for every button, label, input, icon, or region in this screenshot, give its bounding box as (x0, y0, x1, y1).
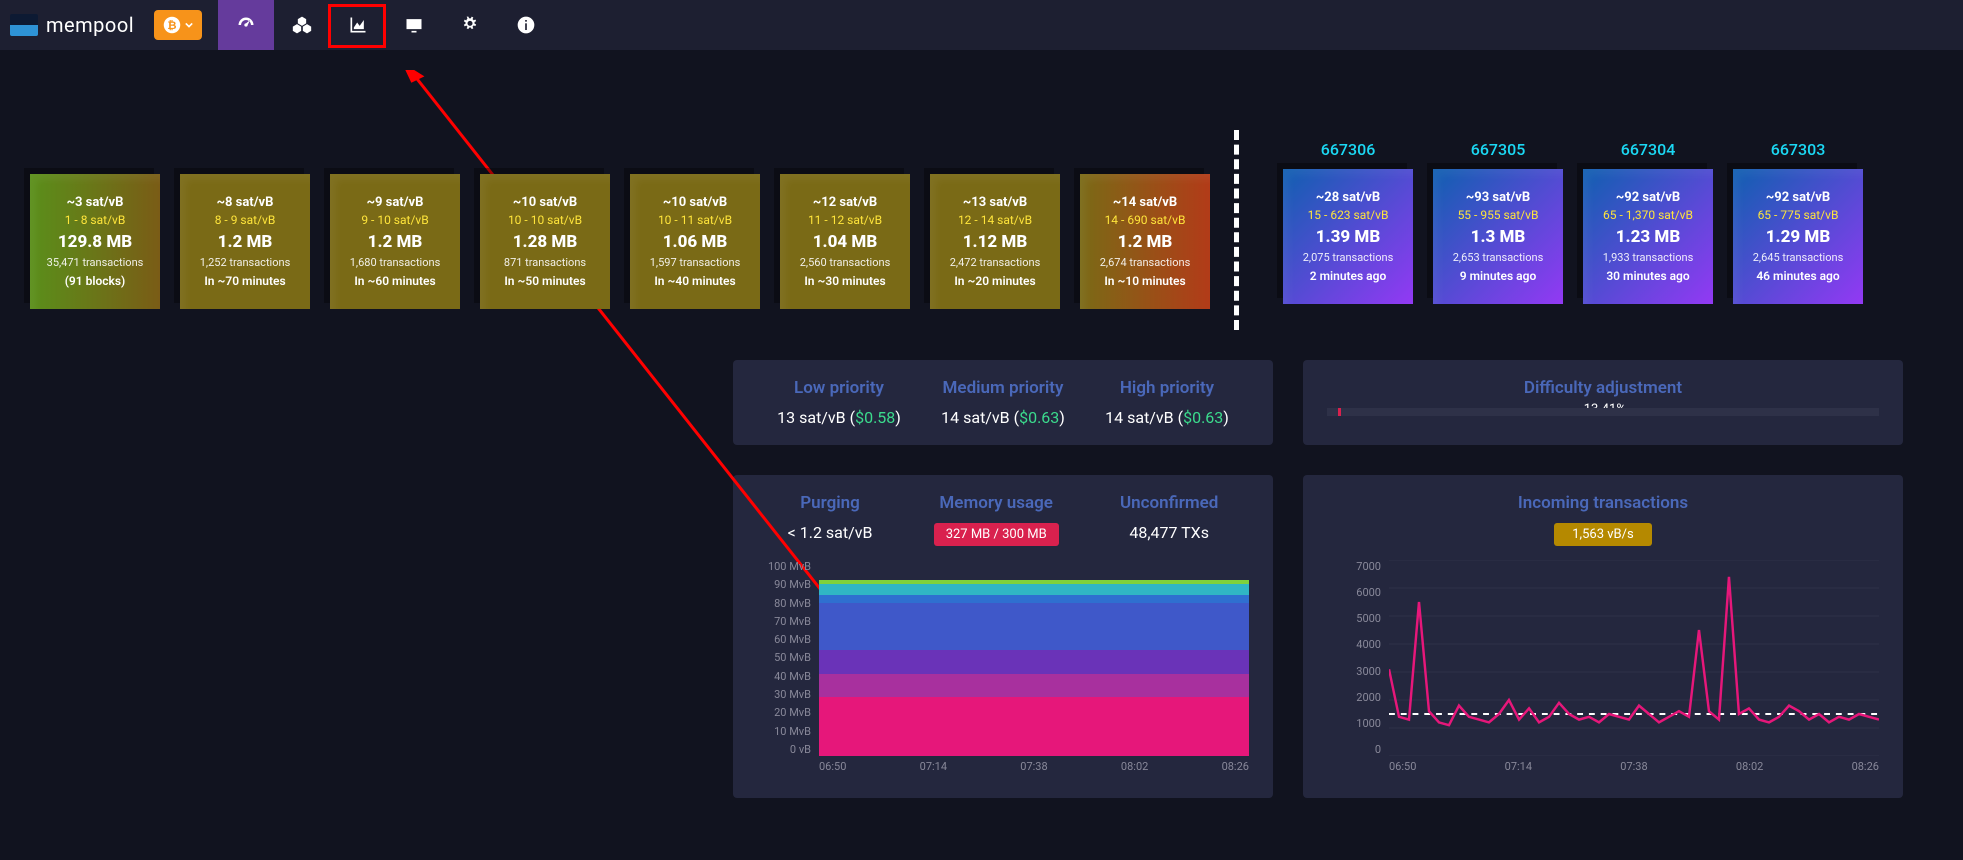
mempool-block[interactable]: .~14 sat/vB14 - 690 sat/vB1.2 MB2,674 tr… (1070, 140, 1220, 309)
mempool-block[interactable]: .~10 sat/vB10 - 10 sat/vB1.28 MB871 tran… (470, 140, 620, 309)
mempool-block[interactable]: .~10 sat/vB10 - 11 sat/vB1.06 MB1,597 tr… (620, 140, 770, 309)
high-priority-value: 14 sat/vB ($0.63) (1105, 408, 1229, 427)
info-icon (516, 15, 536, 35)
incoming-line-chart: 70006000500040003000200010000 06:5007:14… (1327, 560, 1879, 780)
chart-y-axis: 70006000500040003000200010000 (1327, 560, 1387, 756)
chart-plot-area (1389, 560, 1879, 756)
medium-priority-value: 14 sat/vB ($0.63) (941, 408, 1065, 427)
block-height[interactable]: 667303 (1771, 140, 1826, 159)
difficulty-title: Difficulty adjustment (1327, 378, 1879, 398)
dashboard-grid: Low priority 13 sat/vB ($0.58) Medium pr… (0, 330, 1963, 798)
mempool-block[interactable]: .~3 sat/vB1 - 8 sat/vB129.8 MB35,471 tra… (20, 140, 170, 309)
navbar: mempool ₿ (0, 0, 1963, 50)
mempool-blocks: .~3 sat/vB1 - 8 sat/vB129.8 MB35,471 tra… (20, 140, 1220, 309)
brand-logo-icon (10, 14, 38, 36)
unconfirmed-value: 48,477 TXs (1120, 523, 1218, 542)
nav-items (218, 0, 554, 50)
chart-y-axis: 100 MvB90 MvB80 MvB70 MvB60 MvB50 MvB40 … (757, 560, 817, 756)
difficulty-bar (1327, 408, 1879, 416)
unconfirmed-label: Unconfirmed (1120, 493, 1218, 513)
chart-x-axis: 06:5007:1407:3808:0208:26 (819, 760, 1249, 780)
purging-label: Purging (788, 493, 873, 513)
svg-text:₿: ₿ (168, 19, 177, 32)
block-height[interactable]: 667306 (1321, 140, 1376, 159)
cubes-icon (292, 15, 312, 35)
mined-block[interactable]: 667305~93 sat/vB55 - 955 sat/vB1.3 MB2,6… (1423, 140, 1573, 304)
bitcoin-icon: ₿ (163, 16, 181, 34)
incoming-title: Incoming transactions (1327, 493, 1879, 513)
nav-tv[interactable] (386, 0, 442, 50)
mined-block[interactable]: 667306~28 sat/vB15 - 623 sat/vB1.39 MB2,… (1273, 140, 1423, 304)
cogs-icon (460, 15, 480, 35)
medium-priority-label: Medium priority (941, 378, 1065, 398)
incoming-rate: 1,563 vB/s (1327, 523, 1879, 546)
nav-api[interactable] (442, 0, 498, 50)
mined-blocks: 667306~28 sat/vB15 - 623 sat/vB1.39 MB2,… (1273, 140, 1873, 304)
nav-graphs[interactable] (330, 0, 386, 50)
mempool-block[interactable]: .~12 sat/vB11 - 12 sat/vB1.04 MB2,560 tr… (770, 140, 920, 309)
low-priority-value: 13 sat/vB ($0.58) (777, 408, 901, 427)
blockchain-divider (1234, 130, 1239, 330)
high-priority-label: High priority (1105, 378, 1229, 398)
gauge-icon (236, 15, 256, 35)
blocks-row: .~3 sat/vB1 - 8 sat/vB129.8 MB35,471 tra… (0, 50, 1963, 330)
tv-icon (404, 15, 424, 35)
low-priority-label: Low priority (777, 378, 901, 398)
difficulty-card: Difficulty adjustment -13.41% (1303, 360, 1903, 445)
nav-dashboard[interactable] (218, 0, 274, 50)
purging-value: < 1.2 sat/vB (788, 523, 873, 542)
chart-x-axis: 06:5007:1407:3808:0208:26 (1389, 760, 1879, 780)
nav-about[interactable] (498, 0, 554, 50)
memory-value: 327 MB / 300 MB (934, 523, 1059, 546)
mempool-block[interactable]: .~13 sat/vB12 - 14 sat/vB1.12 MB2,472 tr… (920, 140, 1070, 309)
mempool-block[interactable]: .~8 sat/vB8 - 9 sat/vB1.2 MB1,252 transa… (170, 140, 320, 309)
block-height[interactable]: 667304 (1621, 140, 1676, 159)
mempool-status-card: Purging < 1.2 sat/vB Memory usage 327 MB… (733, 475, 1273, 798)
memory-label: Memory usage (934, 493, 1059, 513)
nav-blocks[interactable] (274, 0, 330, 50)
brand-text: mempool (46, 13, 134, 37)
mined-block[interactable]: 667304~92 sat/vB65 - 1,370 sat/vB1.23 MB… (1573, 140, 1723, 304)
block-height[interactable]: 667305 (1471, 140, 1526, 159)
mempool-area-chart: 100 MvB90 MvB80 MvB70 MvB60 MvB50 MvB40 … (757, 560, 1249, 780)
brand[interactable]: mempool (10, 13, 148, 37)
fee-card: Low priority 13 sat/vB ($0.58) Medium pr… (733, 360, 1273, 445)
mined-block[interactable]: 667303~92 sat/vB65 - 775 sat/vB1.29 MB2,… (1723, 140, 1873, 304)
mempool-block[interactable]: .~9 sat/vB9 - 10 sat/vB1.2 MB1,680 trans… (320, 140, 470, 309)
chart-plot-area (819, 560, 1249, 756)
chart-area-icon (348, 15, 368, 35)
incoming-card: Incoming transactions 1,563 vB/s 7000600… (1303, 475, 1903, 798)
coin-selector[interactable]: ₿ (154, 10, 202, 40)
chevron-down-icon (185, 21, 193, 29)
